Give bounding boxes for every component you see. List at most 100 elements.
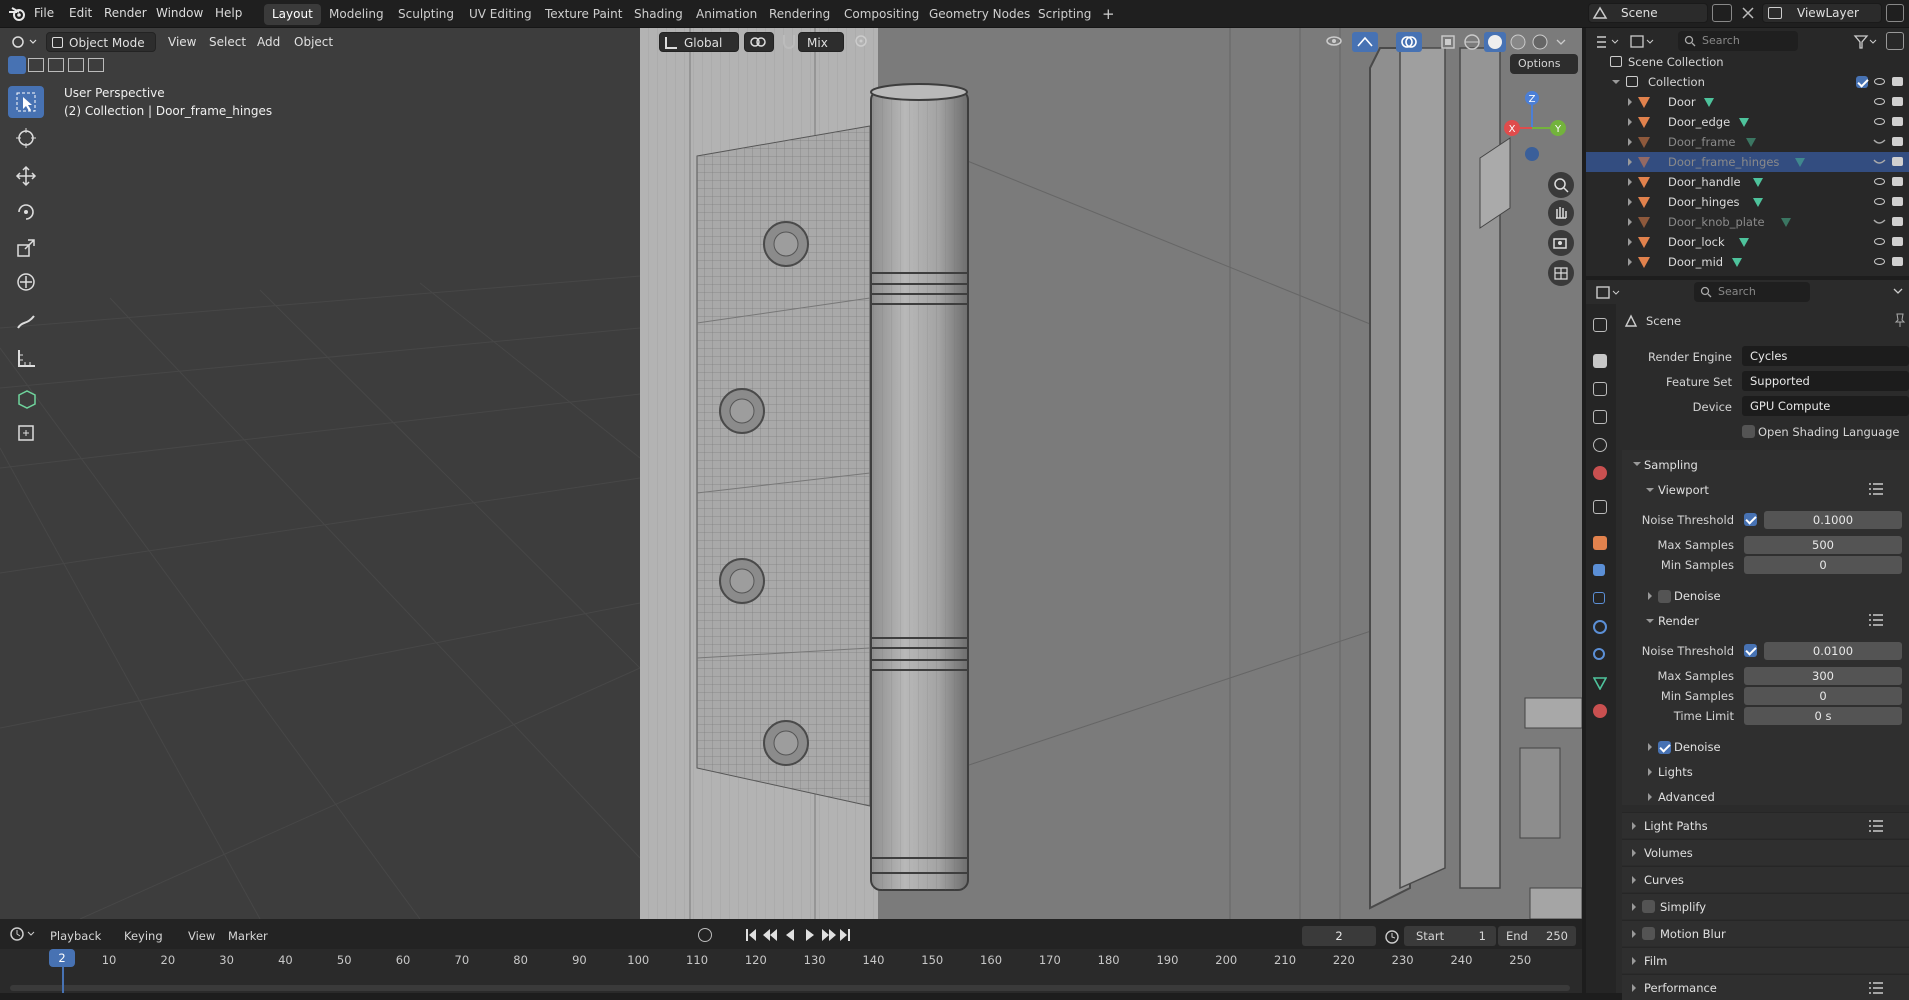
tool-cursor[interactable] <box>8 122 44 154</box>
expand-row-icon[interactable] <box>1628 138 1632 146</box>
visibility-eye-icon[interactable] <box>1874 258 1885 265</box>
r-denoise-expand-icon[interactable] <box>1648 743 1652 751</box>
outliner-row-door-hinges[interactable]: Door_hinges <box>1586 192 1909 212</box>
timeline-editor-type-icon[interactable] <box>8 925 38 943</box>
tool-tab-icon[interactable] <box>1593 318 1607 332</box>
menu-help[interactable]: Help <box>215 6 242 20</box>
tab-texture-paint[interactable]: Texture Paint <box>537 4 630 25</box>
panel-volumes[interactable]: Volumes <box>1622 839 1909 865</box>
add-workspace-button[interactable]: + <box>1094 4 1123 25</box>
visibility-selectability-icon[interactable] <box>1324 32 1346 52</box>
expand-row-icon[interactable] <box>1628 158 1632 166</box>
snap-mode-dropdown[interactable]: Mix <box>798 32 844 52</box>
render-presets-list-icon[interactable] <box>1868 613 1884 627</box>
panel-expand-icon[interactable] <box>1632 957 1636 965</box>
mesh-data-icon[interactable] <box>1739 118 1749 127</box>
r-noise-threshold-checkbox[interactable] <box>1744 644 1757 657</box>
properties-options-chevron-icon[interactable] <box>1892 284 1904 298</box>
panel-expand-icon[interactable] <box>1632 984 1636 992</box>
panel-expand-icon[interactable] <box>1632 822 1636 830</box>
visibility-eye-icon[interactable] <box>1874 98 1885 105</box>
expand-row-icon[interactable] <box>1628 118 1632 126</box>
auto-keying-icon[interactable] <box>698 928 712 942</box>
tab-modeling[interactable]: Modeling <box>321 4 392 25</box>
tab-geometry-nodes[interactable]: Geometry Nodes <box>921 4 1038 25</box>
render-camera-icon[interactable] <box>1892 157 1903 166</box>
select-extend-icon[interactable] <box>28 58 44 72</box>
properties-editor-type-icon[interactable] <box>1594 284 1624 302</box>
end-frame-field[interactable]: End 250 <box>1498 926 1576 946</box>
editor-type-button[interactable] <box>8 32 38 52</box>
tool-transform[interactable] <box>8 266 44 298</box>
hidden-eye-icon[interactable] <box>1873 138 1886 146</box>
render-tab-icon[interactable] <box>1593 354 1607 368</box>
render-engine-select[interactable]: Cycles <box>1742 346 1909 366</box>
expand-row-icon[interactable] <box>1628 198 1632 206</box>
object-name[interactable]: Door_lock <box>1668 232 1725 252</box>
scene-collection-row[interactable]: Scene Collection <box>1586 52 1909 72</box>
collection-row[interactable]: Collection <box>1586 72 1909 92</box>
render-camera-icon[interactable] <box>1892 217 1903 226</box>
render-camera-icon[interactable] <box>1892 97 1903 106</box>
outliner-row-door-lock[interactable]: Door_lock <box>1586 232 1909 252</box>
menu-playback[interactable]: Playback <box>50 929 101 943</box>
shading-rendered-icon[interactable] <box>1530 32 1550 52</box>
vp-min-samples-field[interactable]: 0 <box>1744 556 1902 574</box>
tool-move[interactable] <box>8 160 44 192</box>
mesh-data-icon[interactable] <box>1753 178 1763 187</box>
shading-solid-icon[interactable] <box>1484 32 1506 52</box>
expand-row-icon[interactable] <box>1628 98 1632 106</box>
select-invert-icon[interactable] <box>68 58 84 72</box>
viewport-sampling-expand-icon[interactable] <box>1646 488 1654 492</box>
ortho-grid-icon[interactable] <box>1548 260 1574 286</box>
tab-rendering[interactable]: Rendering <box>761 4 838 25</box>
current-frame-field[interactable]: 2 <box>1302 926 1376 946</box>
output-tab-icon[interactable] <box>1593 382 1607 396</box>
render-camera-icon[interactable] <box>1892 137 1903 146</box>
lights-expand-icon[interactable] <box>1648 768 1652 776</box>
object-name[interactable]: Door_hinges <box>1668 192 1740 212</box>
pan-hand-icon[interactable] <box>1548 200 1574 226</box>
tab-scripting[interactable]: Scripting <box>1030 4 1099 25</box>
camera-view-icon[interactable] <box>1548 230 1574 256</box>
viewport-presets-list-icon[interactable] <box>1868 482 1884 496</box>
select-subtract-icon[interactable] <box>48 58 64 72</box>
osl-checkbox[interactable] <box>1742 425 1755 438</box>
material-tab-icon[interactable] <box>1593 704 1607 718</box>
outliner-search-input[interactable]: Search <box>1678 31 1798 51</box>
expand-row-icon[interactable] <box>1628 218 1632 226</box>
tool-select-box[interactable] <box>8 86 44 118</box>
collection-render-camera-icon[interactable] <box>1892 77 1903 86</box>
world-tab-icon[interactable] <box>1593 466 1607 480</box>
visibility-eye-icon[interactable] <box>1874 198 1885 205</box>
r-min-samples-field[interactable]: 0 <box>1744 687 1902 705</box>
stopwatch-icon[interactable] <box>1384 928 1400 944</box>
filter-icon[interactable] <box>1852 32 1878 52</box>
object-name[interactable]: Door_handle <box>1668 172 1741 192</box>
menu-select[interactable]: Select <box>209 32 246 52</box>
menu-keying[interactable]: Keying <box>124 929 163 943</box>
tab-animation[interactable]: Animation <box>688 4 765 25</box>
delete-scene-icon[interactable] <box>1738 4 1758 22</box>
outliner-row-door[interactable]: Door <box>1586 92 1909 112</box>
feature-set-select[interactable]: Supported <box>1742 371 1909 391</box>
visibility-eye-icon[interactable] <box>1874 238 1885 245</box>
mesh-data-icon[interactable] <box>1781 218 1791 227</box>
menu-marker[interactable]: Marker <box>228 929 268 943</box>
render-camera-icon[interactable] <box>1892 177 1903 186</box>
menu-edit[interactable]: Edit <box>69 6 92 20</box>
expand-row-icon[interactable] <box>1628 178 1632 186</box>
render-camera-icon[interactable] <box>1892 197 1903 206</box>
panel-enable-checkbox[interactable] <box>1642 900 1655 913</box>
object-name[interactable]: Door_frame <box>1668 132 1736 152</box>
panel-expand-icon[interactable] <box>1632 876 1636 884</box>
collection-tab-icon[interactable] <box>1593 500 1607 514</box>
playhead-frame[interactable]: 2 <box>49 949 75 967</box>
tool-scale[interactable] <box>8 232 44 264</box>
panel-simplify[interactable]: Simplify <box>1622 893 1909 919</box>
collection-exclude-checkbox[interactable] <box>1856 76 1868 88</box>
panel-expand-icon[interactable] <box>1632 930 1636 938</box>
object-name[interactable]: Door_edge <box>1668 112 1730 132</box>
sampling-expand-icon[interactable] <box>1633 462 1641 466</box>
menu-file[interactable]: File <box>34 6 54 20</box>
